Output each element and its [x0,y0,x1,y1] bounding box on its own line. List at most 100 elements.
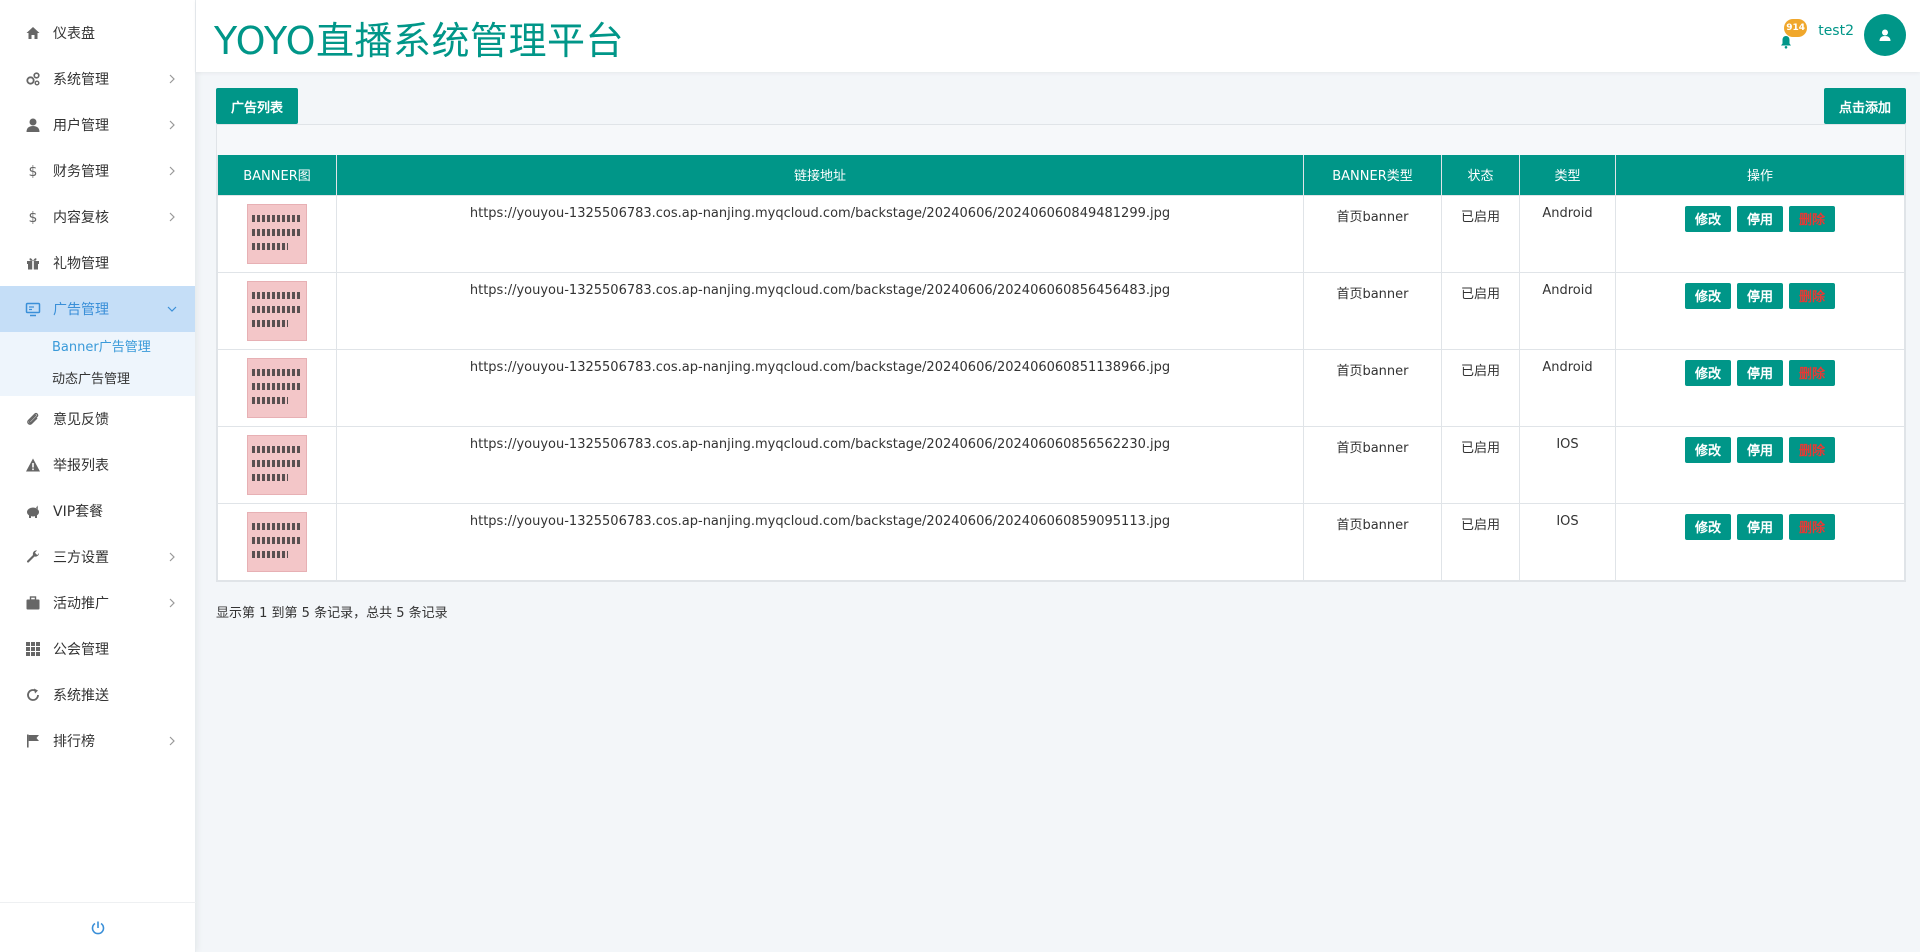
refresh-icon [24,686,42,704]
edit-button[interactable]: 修改 [1684,513,1731,540]
banner-thumbnail[interactable] [247,511,307,572]
disable-button[interactable]: 停用 [1736,282,1783,309]
status-cell: 已启用 [1441,425,1520,504]
banner-thumbnail[interactable] [247,434,307,495]
disable-button[interactable]: 停用 [1736,513,1783,540]
chevron-right-icon [169,74,175,84]
delete-button[interactable]: 删除 [1789,513,1836,540]
power-icon [91,921,105,934]
sidebar-item[interactable]: 用户管理 [0,102,195,148]
edit-button[interactable]: 修改 [1684,282,1731,309]
banner-image-cell [217,425,337,504]
sidebar-item[interactable]: 仪表盘 [0,10,195,56]
sidebar-item[interactable]: 系统管理 [0,56,195,102]
top-header: YOYO直播系统管理平台 914 test2 [196,0,1920,72]
sidebar-item-label: 举报列表 [53,458,109,474]
disable-button[interactable]: 停用 [1736,359,1783,386]
banner-image-cell [217,271,337,350]
sidebar-item[interactable]: VIP套餐 [0,488,195,534]
type-cell: Android [1519,271,1616,350]
sidebar-item-label: 财务管理 [53,164,109,180]
type-cell: Android [1519,194,1616,273]
svg-text:$: $ [29,210,38,225]
edit-button[interactable]: 修改 [1684,359,1731,386]
avatar[interactable] [1864,14,1906,56]
disable-button[interactable]: 停用 [1736,205,1783,232]
sidebar-item[interactable]: 礼物管理 [0,240,195,286]
disable-button[interactable]: 停用 [1736,436,1783,463]
notification-badge: 914 [1784,19,1807,37]
table-row: https://youyou-1325506783.cos.ap-nanjing… [217,194,1905,273]
banner-image-cell [217,194,337,273]
warning-icon [24,456,42,474]
sidebar-item-label: 公会管理 [53,642,109,658]
logout-button[interactable] [0,902,196,952]
flag-icon [24,732,42,750]
ad-list-button[interactable]: 广告列表 [216,88,299,124]
briefcase-icon [24,594,42,612]
sidebar-item-label: 意见反馈 [53,412,109,428]
sidebar-item[interactable]: 举报列表 [0,442,195,488]
sidebar-item[interactable]: 公会管理 [0,626,195,672]
edit-button[interactable]: 修改 [1684,205,1731,232]
banner-thumbnail[interactable] [247,280,307,341]
sidebar-menu: 仪表盘系统管理 用户管理 $ 财务管理 $ 内容复核礼物管理 广告管理 Banner广告管理动… [0,0,195,764]
sidebar-item-label: 三方设置 [53,550,109,566]
banner-image-cell [217,502,337,581]
sidebar-subitem[interactable]: Banner广告管理 [0,332,195,364]
add-ad-button[interactable]: 点击添加 [1823,88,1906,124]
sidebar-item[interactable]: $ 内容复核 [0,194,195,240]
link-url-cell: https://youyou-1325506783.cos.ap-nanjing… [336,425,1304,504]
user-icon [24,116,42,134]
home-icon [24,24,42,42]
sidebar-item[interactable]: 广告管理 [0,286,195,332]
sidebar-item[interactable]: 排行榜 [0,718,195,764]
chevron-right-icon [169,212,175,222]
cogs-icon [24,70,42,88]
table-panel: BANNER图 链接地址 BANNER类型 状态 类型 操作 https://y… [216,124,1906,582]
edit-button[interactable]: 修改 [1684,436,1731,463]
link-url-cell: https://youyou-1325506783.cos.ap-nanjing… [336,348,1304,427]
piggy-bank-icon [24,502,42,520]
actions-cell: 修改 停用 删除 [1615,502,1905,581]
sidebar-item[interactable]: 意见反馈 [0,396,195,442]
pagination-info: 显示第 1 到第 5 条记录，总共 5 条记录 [216,605,448,621]
banner-thumbnail[interactable] [247,357,307,418]
sidebar-item[interactable]: $ 财务管理 [0,148,195,194]
sidebar-item[interactable]: 系统推送 [0,672,195,718]
status-cell: 已启用 [1441,271,1520,350]
table-header-row: BANNER图 链接地址 BANNER类型 状态 类型 操作 [217,155,1905,196]
actions-cell: 修改 停用 删除 [1615,425,1905,504]
banner-thumbnail[interactable] [247,203,307,264]
sidebar-item-label: 内容复核 [53,210,109,226]
sidebar-item-label: 仪表盘 [53,26,95,42]
grid-icon [24,640,42,658]
paperclip-icon [24,410,42,428]
main-content: 广告列表 点击添加 BANNER图 链接地址 BANNER类型 状态 类型 操作… [196,72,1920,952]
dollar-icon: $ [24,162,42,180]
notification-button[interactable]: 914 [1772,19,1807,49]
delete-button[interactable]: 删除 [1789,436,1836,463]
table-body: https://youyou-1325506783.cos.ap-nanjing… [217,194,1905,581]
column-header-banner-image: BANNER图 [217,155,337,196]
banner-type-cell: 首页banner [1303,425,1442,504]
wrench-icon [24,548,42,566]
delete-button[interactable]: 删除 [1789,205,1836,232]
sidebar-item-label: 活动推广 [53,596,109,612]
username[interactable]: test2 [1818,23,1854,39]
sidebar-subitem[interactable]: 动态广告管理 [0,364,195,396]
delete-button[interactable]: 删除 [1789,359,1836,386]
sidebar-item[interactable]: 三方设置 [0,534,195,580]
column-header-link-url: 链接地址 [336,155,1304,196]
chevron-right-icon [169,552,175,562]
user-icon [1879,29,1891,41]
table-row: https://youyou-1325506783.cos.ap-nanjing… [217,425,1905,504]
table-row: https://youyou-1325506783.cos.ap-nanjing… [217,348,1905,427]
chevron-right-icon [169,166,175,176]
svg-text:$: $ [29,164,38,179]
banner-image-cell [217,348,337,427]
gift-icon [24,254,42,272]
link-url-cell: https://youyou-1325506783.cos.ap-nanjing… [336,271,1304,350]
delete-button[interactable]: 删除 [1789,282,1836,309]
sidebar-item[interactable]: 活动推广 [0,580,195,626]
